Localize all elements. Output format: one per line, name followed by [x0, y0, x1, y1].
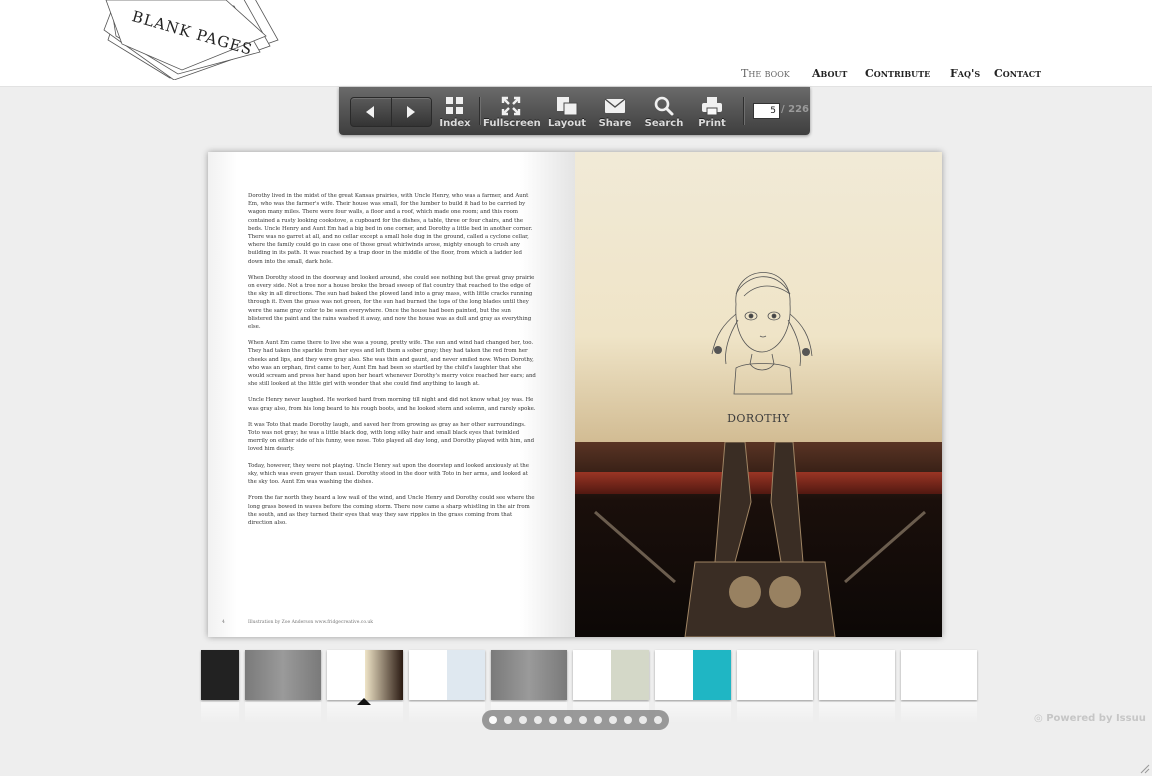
site-header: BLANK PAGES The book About Contribute Fa… [0, 0, 1152, 87]
paragraph: Uncle Henry never laughed. He worked har… [248, 397, 536, 412]
nav-faqs[interactable]: Faq's [950, 67, 980, 80]
thumbnail[interactable] [573, 650, 649, 724]
paragraph: Dorothy lived in the midst of the great … [248, 193, 533, 265]
page-folio: 4 [222, 620, 225, 625]
thumbnail[interactable] [491, 650, 567, 724]
envelope-icon [604, 98, 626, 113]
pager-dot[interactable] [534, 716, 542, 724]
fullscreen-button[interactable]: Fullscreen [483, 93, 541, 131]
left-page-text: Dorothy lived in the midst of the great … [248, 192, 536, 535]
pager-dot[interactable] [609, 716, 617, 724]
nav-the-book[interactable]: The book [741, 67, 790, 80]
thumbnail[interactable] [201, 650, 239, 724]
thumbnail-pager [482, 710, 669, 730]
previous-page-button[interactable] [351, 98, 391, 126]
dorothy-sketch-illustration [711, 272, 813, 395]
thumbnail[interactable] [245, 650, 321, 724]
resize-grip-icon[interactable] [1138, 762, 1150, 774]
thumbnail[interactable] [327, 650, 403, 724]
pager-dot[interactable] [579, 716, 587, 724]
magnifier-icon [654, 96, 674, 116]
left-page[interactable]: Dorothy lived in the midst of the great … [208, 152, 575, 637]
thumbnail[interactable] [737, 650, 813, 724]
illustration-credit: Illustration by Zoe Anderson www.fridgec… [248, 620, 374, 625]
nav-contact[interactable]: Contact [994, 67, 1041, 80]
layout-icon [557, 97, 578, 116]
pager-dot[interactable] [489, 716, 497, 724]
paragraph: When Dorothy stood in the doorway and lo… [248, 274, 535, 331]
share-label: Share [598, 118, 632, 129]
powered-by-label: Powered by Issuu [1046, 713, 1146, 724]
pager-dot[interactable] [654, 716, 662, 724]
right-page[interactable]: DOROTHY [575, 152, 942, 637]
pager-dot[interactable] [549, 716, 557, 724]
thumbnail[interactable] [409, 650, 485, 724]
typewriter-photo [575, 442, 942, 637]
pager-dot[interactable] [624, 716, 632, 724]
paragraph: It was Toto that made Dorothy laugh, and… [248, 421, 535, 453]
pager-dot[interactable] [564, 716, 572, 724]
issuu-logo-icon: ◎ [1034, 713, 1047, 724]
powered-by-issuu-link[interactable]: ◎ Powered by Issuu [1034, 713, 1146, 724]
nav-contribute[interactable]: Contribute [865, 67, 930, 80]
print-label: Print [698, 118, 726, 129]
toolbar-divider [743, 97, 744, 125]
page-nav-group [350, 97, 432, 127]
paragraph: Today, however, they were not playing. U… [248, 462, 529, 486]
illustration-caption: DOROTHY [727, 412, 790, 425]
share-button[interactable]: Share [587, 93, 643, 131]
triangle-left-icon [366, 106, 374, 118]
paragraph: When Aunt Em came there to live she was … [248, 340, 536, 388]
thumbnail[interactable] [655, 650, 731, 724]
current-thumbnail-marker [357, 698, 371, 705]
index-label: Index [439, 118, 471, 129]
pager-dot[interactable] [504, 716, 512, 724]
thumbnail[interactable] [819, 650, 895, 724]
book-spread[interactable]: Dorothy lived in the midst of the great … [208, 152, 942, 637]
thumbnail[interactable] [901, 650, 977, 724]
paragraph: From the far north they heard a low wail… [248, 495, 535, 526]
expand-icon [501, 96, 521, 116]
pager-dot[interactable] [519, 716, 527, 724]
index-button[interactable]: Index [427, 93, 483, 131]
page-number-input[interactable]: 5 [753, 103, 780, 119]
next-page-button[interactable] [391, 98, 432, 126]
printer-icon [702, 97, 722, 116]
pager-dot[interactable] [594, 716, 602, 724]
print-button[interactable]: Print [684, 93, 740, 131]
grid-icon [446, 97, 463, 114]
triangle-right-icon [407, 106, 415, 118]
nav-about[interactable]: About [812, 67, 847, 80]
page-total: / 226 [781, 104, 810, 115]
pager-dot[interactable] [639, 716, 647, 724]
reader-toolbar: Index Fullscreen Layout Share Search Pri… [339, 87, 810, 135]
fullscreen-label: Fullscreen [483, 118, 541, 129]
